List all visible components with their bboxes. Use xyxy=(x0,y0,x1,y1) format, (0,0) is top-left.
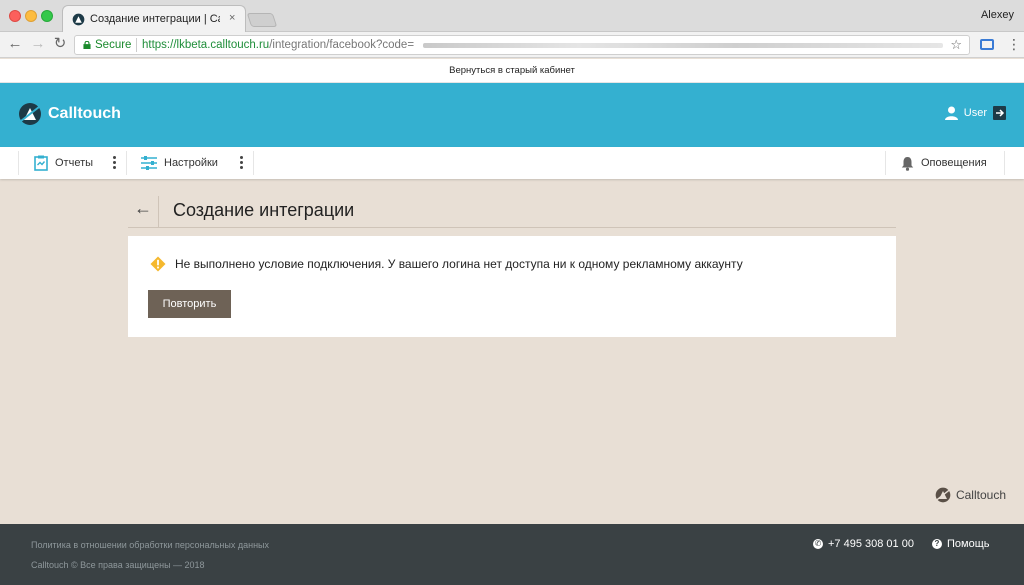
tab-close-icon[interactable]: × xyxy=(229,12,235,24)
browser-tab[interactable]: Создание интеграции | Calltouch × xyxy=(62,5,246,33)
nav-item-notifications[interactable]: Оповещения xyxy=(901,147,987,179)
browser-titlebar: Создание интеграции | Calltouch × Alexey xyxy=(0,0,1024,33)
tab-title: Создание интеграции | Calltouch xyxy=(90,13,220,25)
star-icon[interactable]: ☆ xyxy=(950,37,962,53)
window-user-name[interactable]: Alexey xyxy=(981,9,1014,21)
bell-icon xyxy=(901,156,914,171)
calltouch-logo-icon xyxy=(935,487,951,503)
minimize-window-button[interactable] xyxy=(25,10,37,22)
cast-icon[interactable] xyxy=(980,39,994,50)
calltouch-favicon-icon xyxy=(72,13,85,26)
url-divider xyxy=(136,38,137,52)
new-tab-button[interactable] xyxy=(246,13,278,27)
browser-toolbar: ← → ↻ Secure https://lkbeta.calltouch.ru… xyxy=(0,32,1024,58)
nav-divider xyxy=(126,151,127,175)
help-link[interactable]: ? Помощь xyxy=(932,538,990,550)
clipboard-chart-icon xyxy=(34,155,48,171)
reload-icon[interactable]: ↻ xyxy=(51,35,69,53)
footer-phone[interactable]: ✆ +7 495 308 01 00 xyxy=(813,538,914,550)
back-button[interactable]: ← xyxy=(134,198,152,219)
help-label: Помощь xyxy=(947,538,990,550)
nav-divider xyxy=(1004,151,1005,175)
secure-label: Secure xyxy=(95,39,132,51)
nav-label-settings: Настройки xyxy=(164,157,218,169)
footer: Политика в отношении обработки персональ… xyxy=(0,524,1024,585)
bottom-logo-text: Calltouch xyxy=(955,488,1006,502)
nav-divider xyxy=(18,151,19,175)
settings-more-icon[interactable] xyxy=(240,156,243,170)
bottom-logo: Calltouch xyxy=(935,487,1006,503)
user-label: User xyxy=(963,107,987,119)
reports-more-icon[interactable] xyxy=(113,156,116,170)
forward-arrow-icon[interactable]: → xyxy=(29,35,47,53)
app-header: Calltouch User xyxy=(0,83,1024,147)
close-window-button[interactable] xyxy=(9,10,21,22)
help-icon: ? xyxy=(932,539,942,549)
sliders-icon xyxy=(141,156,157,170)
header-divider xyxy=(158,196,159,228)
calltouch-logo-icon xyxy=(19,103,41,125)
user-icon xyxy=(944,106,958,120)
old-cabinet-link[interactable]: Вернуться в старый кабинет xyxy=(449,65,575,76)
url-text[interactable]: https://lkbeta.calltouch.ru/integration/… xyxy=(142,39,414,51)
old-cabinet-banner: Вернуться в старый кабинет xyxy=(0,59,1024,83)
nav-label-notifications: Оповещения xyxy=(921,157,987,169)
logo-text: Calltouch xyxy=(48,105,121,122)
back-arrow-icon[interactable]: ← xyxy=(6,35,24,53)
copyright-text: Calltouch © Все права защищены — 2018 xyxy=(31,560,205,570)
user-menu[interactable]: User xyxy=(944,106,1006,120)
retry-button[interactable]: Повторить xyxy=(148,290,231,318)
main-nav: Отчеты Настройки Оповещения xyxy=(0,147,1024,179)
menu-icon[interactable]: ⋮ xyxy=(1007,35,1021,53)
nav-divider xyxy=(885,151,886,175)
nav-divider xyxy=(253,151,254,175)
integration-error-card: Не выполнено условие подключения. У ваше… xyxy=(128,236,896,337)
error-message: Не выполнено условие подключения. У ваше… xyxy=(175,257,743,271)
url-path: /integration/facebook?code= xyxy=(269,39,415,51)
nav-item-reports[interactable]: Отчеты xyxy=(34,147,93,179)
page-title: Создание интеграции xyxy=(173,200,355,220)
phone-number: +7 495 308 01 00 xyxy=(828,538,914,550)
page-header: ← Создание интеграции xyxy=(128,194,896,228)
logout-icon[interactable] xyxy=(993,106,1006,120)
phone-icon: ✆ xyxy=(813,539,823,549)
warning-icon xyxy=(150,256,166,272)
privacy-policy-link[interactable]: Политика в отношении обработки персональ… xyxy=(31,540,269,550)
header-logo[interactable]: Calltouch xyxy=(18,102,121,126)
address-bar[interactable]: Secure https://lkbeta.calltouch.ru/integ… xyxy=(74,35,970,55)
lock-icon xyxy=(83,41,91,49)
nav-label-reports: Отчеты xyxy=(55,157,94,169)
url-host: https://lkbeta.calltouch.ru xyxy=(142,39,270,51)
nav-item-settings[interactable]: Настройки xyxy=(141,147,218,179)
redacted-url-code xyxy=(423,43,943,48)
maximize-window-button[interactable] xyxy=(41,10,53,22)
